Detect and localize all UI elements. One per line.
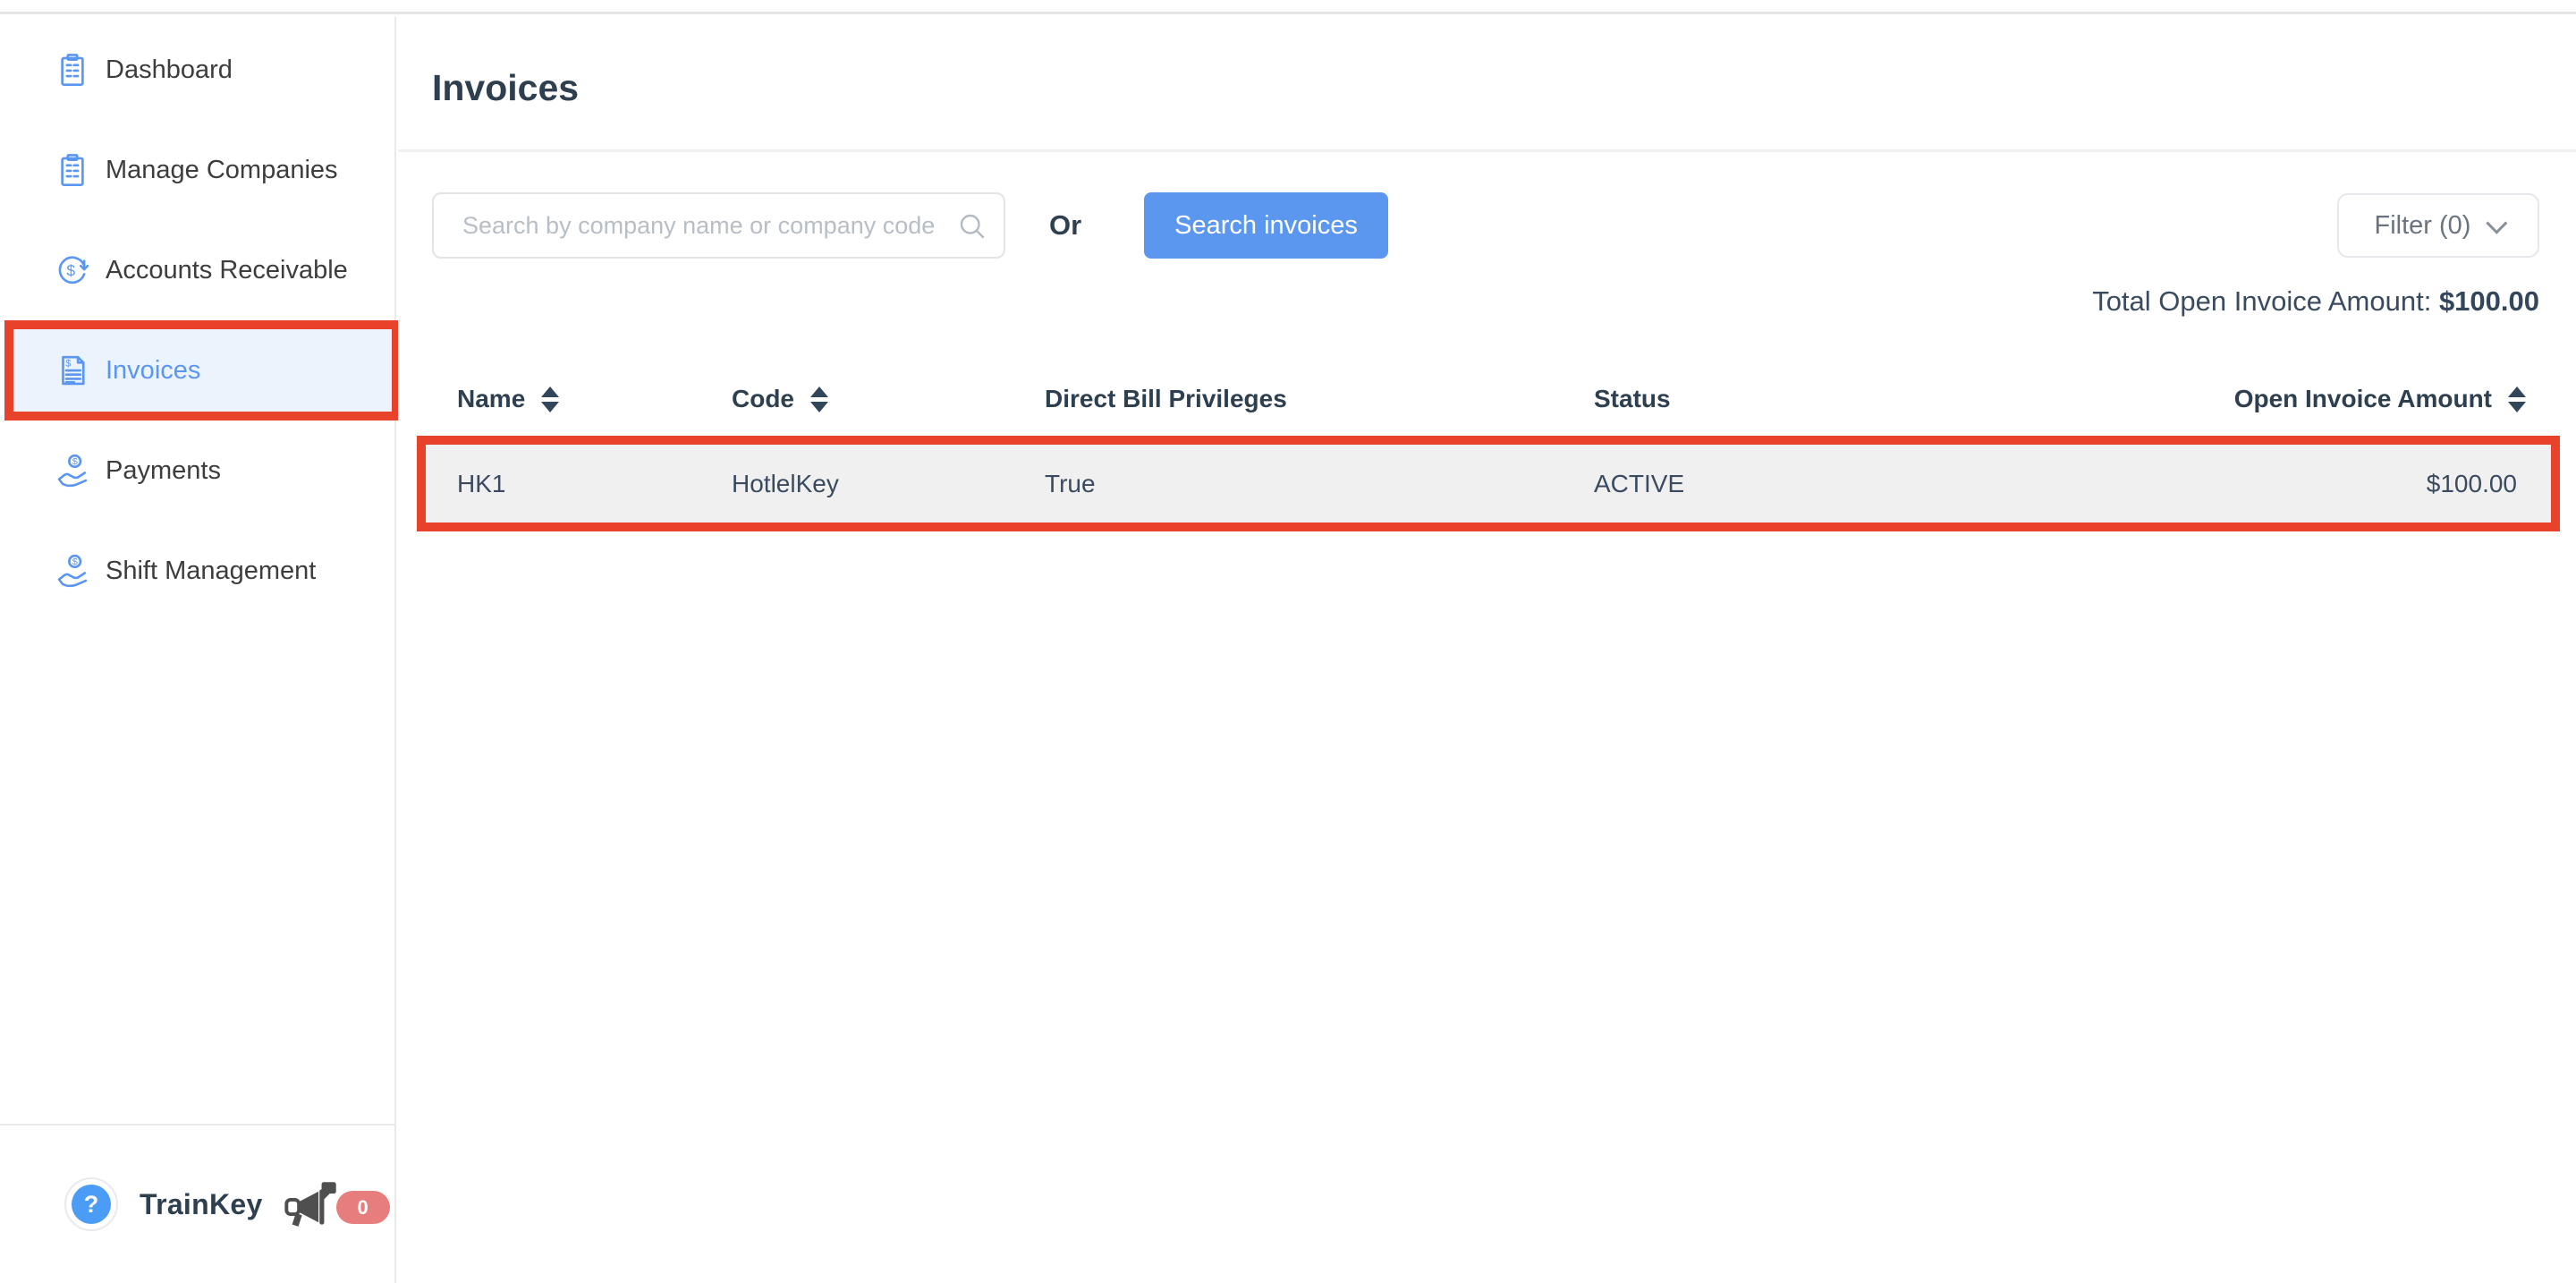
table-row[interactable]: HK1 HotlelKey True ACTIVE $100.00 — [426, 445, 2551, 523]
sidebar-item-invoices[interactable]: $ Invoices — [4, 320, 401, 421]
megaphone-icon — [284, 1182, 338, 1232]
help-icon: ? — [72, 1185, 111, 1224]
top-border — [0, 0, 2576, 14]
column-header-open-invoice-amount[interactable]: Open Invoice Amount — [2131, 385, 2560, 413]
sidebar-item-shift-management[interactable]: $ Shift Management — [0, 521, 394, 621]
notification-badge: 0 — [336, 1191, 390, 1224]
title-divider — [398, 149, 2576, 152]
svg-text:$: $ — [65, 358, 71, 369]
svg-text:$: $ — [72, 456, 78, 467]
column-header-status: Status — [1594, 385, 2131, 413]
companies-icon — [54, 151, 91, 189]
filter-button[interactable]: Filter (0) — [2337, 193, 2539, 258]
cell-status: ACTIVE — [1594, 470, 2131, 498]
cell-open-invoice-amount: $100.00 — [2131, 470, 2551, 498]
accounts-receivable-icon: $ — [54, 251, 91, 289]
help-button[interactable]: ? — [64, 1177, 118, 1231]
filter-label: Filter (0) — [2375, 211, 2471, 241]
column-header-name[interactable]: Name — [426, 385, 732, 413]
total-open-invoice-amount: Total Open Invoice Amount: $100.00 — [2092, 285, 2539, 318]
sidebar-item-label: Dashboard — [106, 55, 233, 85]
company-search-input[interactable] — [432, 192, 1005, 259]
svg-text:$: $ — [66, 261, 75, 279]
sidebar-item-payments[interactable]: $ Payments — [0, 421, 394, 521]
sidebar-item-label: Accounts Receivable — [106, 256, 348, 285]
cell-direct-bill-privileges: True — [1045, 470, 1594, 498]
sidebar-item-label: Invoices — [106, 356, 200, 386]
sort-icon[interactable] — [541, 387, 559, 412]
sidebar-item-label: Shift Management — [106, 557, 316, 586]
sidebar-item-label: Payments — [106, 456, 221, 486]
sort-icon[interactable] — [810, 387, 828, 412]
main-content: Invoices Or Search invoices Filter (0) T… — [398, 17, 2576, 1283]
sidebar-item-accounts-receivable[interactable]: $ Accounts Receivable — [0, 220, 394, 320]
total-label: Total Open Invoice Amount: — [2092, 285, 2431, 317]
chevron-down-icon — [2487, 212, 2508, 234]
sidebar-item-label: Manage Companies — [106, 156, 338, 185]
or-label: Or — [1049, 192, 1081, 259]
payments-icon: $ — [54, 452, 91, 489]
invoices-icon: $ — [54, 352, 91, 389]
table-header: Name Code Direct Bill Privileges Status … — [426, 377, 2560, 421]
invoice-row-annotation: HK1 HotlelKey True ACTIVE $100.00 — [417, 436, 2560, 531]
search-invoices-button[interactable]: Search invoices — [1144, 192, 1388, 259]
invoices-page: Dashboard Manage Companies $ Accounts Re… — [0, 0, 2576, 1283]
sidebar-item-manage-companies[interactable]: Manage Companies — [0, 120, 394, 220]
announcements-widget[interactable]: 0 — [284, 1171, 390, 1237]
total-value: $100.00 — [2439, 285, 2539, 317]
sidebar-nav: Dashboard Manage Companies $ Accounts Re… — [0, 20, 394, 621]
sidebar-item-dashboard[interactable]: Dashboard — [0, 20, 394, 120]
sidebar-footer: ? TrainKey 0 — [0, 1124, 394, 1283]
page-title: Invoices — [432, 67, 579, 109]
brand-logo: TrainKey — [140, 1188, 263, 1221]
dashboard-icon — [54, 51, 91, 89]
sidebar: Dashboard Manage Companies $ Accounts Re… — [0, 17, 396, 1283]
cell-code: HotlelKey — [732, 470, 1045, 498]
column-header-code[interactable]: Code — [732, 385, 1045, 413]
column-header-direct-bill-privileges: Direct Bill Privileges — [1045, 385, 1594, 413]
sort-icon[interactable] — [2508, 387, 2526, 412]
svg-text:$: $ — [72, 557, 78, 567]
shift-management-icon: $ — [54, 552, 91, 590]
cell-name: HK1 — [426, 470, 732, 498]
